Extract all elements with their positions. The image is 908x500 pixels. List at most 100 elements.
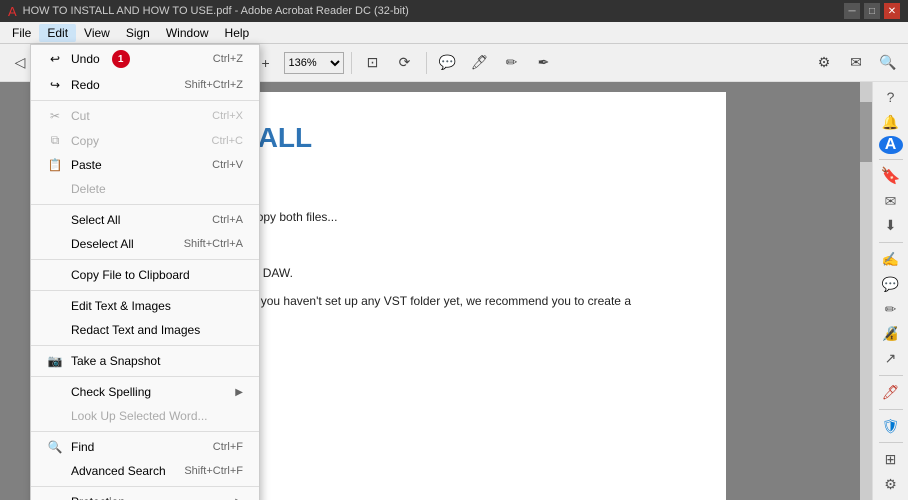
- comment-tool-button[interactable]: 💬: [876, 273, 906, 296]
- vertical-scrollbar[interactable]: [860, 82, 872, 500]
- pdf-heading: INSTALL: [196, 122, 676, 154]
- deselect-all-label: Deselect All: [71, 237, 134, 251]
- protect-tool-button[interactable]: 🛡: [876, 415, 906, 438]
- highlight-button[interactable]: 🖊: [466, 49, 494, 77]
- right-sidebar-sep-2: [879, 242, 903, 243]
- maximize-button[interactable]: □: [864, 3, 880, 19]
- copy-file-label: Copy File to Clipboard: [71, 268, 190, 282]
- find-toolbar-button[interactable]: 🔍: [874, 49, 902, 77]
- right-sidebar: ? 🔔 A 🔖 ✉ ⬇ ✍ 💬 ✏ 🔏 ↗ 🖊 🛡 ⊞ ⚙: [872, 82, 908, 500]
- share-button[interactable]: ✉: [842, 49, 870, 77]
- fill-tool-button[interactable]: 🖊: [876, 381, 906, 404]
- find-shortcut: Ctrl+F: [213, 441, 243, 453]
- export-tool-button[interactable]: ↗: [876, 347, 906, 370]
- find-icon: 🔍: [47, 440, 63, 454]
- pdf-text-4: plugins and you haven't set up any VST f…: [196, 292, 676, 310]
- bookmark-tool-button[interactable]: 🔖: [876, 165, 906, 188]
- toolbar-separator-3: [351, 52, 352, 74]
- tools-panel-button[interactable]: ⚙: [810, 49, 838, 77]
- menu-edit-text[interactable]: Edit Text & Images: [31, 294, 259, 318]
- scrollbar-thumb[interactable]: [860, 102, 872, 162]
- notifications-tool-button[interactable]: 🔔: [876, 111, 906, 134]
- menu-copy: ⧉ Copy Ctrl+C: [31, 128, 259, 153]
- menu-delete: Delete: [31, 177, 259, 201]
- check-spelling-label: Check Spelling: [71, 385, 151, 399]
- menu-select-all[interactable]: Select All Ctrl+A: [31, 208, 259, 232]
- menu-snapshot[interactable]: 📷 Take a Snapshot: [31, 349, 259, 373]
- menu-sep-2: [31, 204, 259, 205]
- pdf-text-2: ntent.pdk: [196, 236, 676, 254]
- stamp-toolbar-button[interactable]: ✒: [530, 49, 558, 77]
- right-sidebar-sep-3: [879, 375, 903, 376]
- email-tool-button[interactable]: ✉: [876, 190, 906, 213]
- menu-protection[interactable]: Protection ▶: [31, 490, 259, 500]
- undo-badge: 1: [112, 50, 130, 68]
- protection-arrow: ▶: [235, 497, 243, 500]
- pdf-text-1: ip file and copy both files...: [196, 208, 676, 226]
- menu-redo[interactable]: ↪ Redo Shift+Ctrl+Z: [31, 73, 259, 97]
- close-button[interactable]: ✕: [884, 3, 900, 19]
- menu-copy-file[interactable]: Copy File to Clipboard: [31, 263, 259, 287]
- menu-file[interactable]: File: [4, 24, 39, 42]
- arrow-tool-button[interactable]: ⊞: [876, 448, 906, 471]
- edit-text-label: Edit Text & Images: [71, 299, 171, 313]
- sign-tool-button[interactable]: ✍: [876, 248, 906, 271]
- deselect-all-shortcut: Shift+Ctrl+A: [184, 238, 243, 250]
- menu-window[interactable]: Window: [158, 24, 217, 42]
- pdf-text-3: Ilder of your DAW.: [196, 264, 676, 282]
- redact-text-label: Redact Text and Images: [71, 323, 200, 337]
- settings-tool-button[interactable]: ⚙: [876, 473, 906, 496]
- undo-shortcut: Ctrl+Z: [213, 53, 243, 65]
- paste-label: Paste: [71, 158, 102, 172]
- advanced-search-label: Advanced Search: [71, 464, 166, 478]
- menu-paste[interactable]: 📋 Paste Ctrl+V: [31, 153, 259, 177]
- download-tool-button[interactable]: ⬇: [876, 214, 906, 237]
- menu-find[interactable]: 🔍 Find Ctrl+F: [31, 435, 259, 459]
- rotate-button[interactable]: ⟳: [391, 49, 419, 77]
- zoom-select[interactable]: 136% 100% 75% 50%: [284, 52, 344, 74]
- lookup-word-label: Look Up Selected Word...: [71, 409, 208, 423]
- menu-undo[interactable]: ↩ Undo 1 Ctrl+Z: [31, 45, 259, 73]
- menu-cut: ✂ Cut Ctrl+X: [31, 104, 259, 128]
- copy-icon: ⧉: [47, 133, 63, 148]
- comment-toolbar-button[interactable]: 💬: [434, 49, 462, 77]
- menu-deselect-all[interactable]: Deselect All Shift+Ctrl+A: [31, 232, 259, 256]
- check-spelling-arrow: ▶: [235, 387, 243, 398]
- menu-edit[interactable]: Edit: [39, 24, 76, 42]
- toolbar-separator-4: [426, 52, 427, 74]
- menu-sep-1: [31, 100, 259, 101]
- menu-bar: File Edit View Sign Window Help: [0, 22, 908, 44]
- minimize-button[interactable]: ─: [844, 3, 860, 19]
- right-sidebar-sep-4: [879, 409, 903, 410]
- menu-sign[interactable]: Sign: [118, 24, 158, 42]
- cut-label: Cut: [71, 109, 90, 123]
- fit-page-button[interactable]: ⊡: [359, 49, 387, 77]
- menu-redact-text[interactable]: Redact Text and Images: [31, 318, 259, 342]
- edit-dropdown-menu: ↩ Undo 1 Ctrl+Z ↪ Redo Shift+Ctrl+Z ✂ Cu…: [30, 44, 260, 500]
- menu-sep-4: [31, 290, 259, 291]
- right-sidebar-sep-5: [879, 442, 903, 443]
- select-all-shortcut: Ctrl+A: [212, 214, 243, 226]
- title-bar: A HOW TO INSTALL AND HOW TO USE.pdf - Ad…: [0, 0, 908, 22]
- menu-lookup-word: Look Up Selected Word...: [31, 404, 259, 428]
- app-icon: A: [8, 4, 17, 19]
- redo-shortcut: Shift+Ctrl+Z: [184, 79, 243, 91]
- menu-view[interactable]: View: [76, 24, 118, 42]
- account-tool-button[interactable]: A: [879, 136, 903, 154]
- menu-sep-6: [31, 376, 259, 377]
- copy-label: Copy: [71, 134, 99, 148]
- redact-tool-button[interactable]: 🔏: [876, 323, 906, 346]
- snapshot-icon: 📷: [47, 354, 63, 368]
- redo-icon: ↪: [47, 78, 63, 92]
- paste-icon: 📋: [47, 158, 63, 172]
- help-tool-button[interactable]: ?: [876, 86, 906, 109]
- pdf-subheading: OWS: [196, 166, 676, 192]
- pencil-tool-button[interactable]: ✏: [876, 298, 906, 321]
- snapshot-label: Take a Snapshot: [71, 354, 160, 368]
- cut-shortcut: Ctrl+X: [212, 110, 243, 122]
- menu-help[interactable]: Help: [217, 24, 258, 42]
- draw-button[interactable]: ✏: [498, 49, 526, 77]
- menu-check-spelling[interactable]: Check Spelling ▶: [31, 380, 259, 404]
- menu-advanced-search[interactable]: Advanced Search Shift+Ctrl+F: [31, 459, 259, 483]
- select-all-label: Select All: [71, 213, 120, 227]
